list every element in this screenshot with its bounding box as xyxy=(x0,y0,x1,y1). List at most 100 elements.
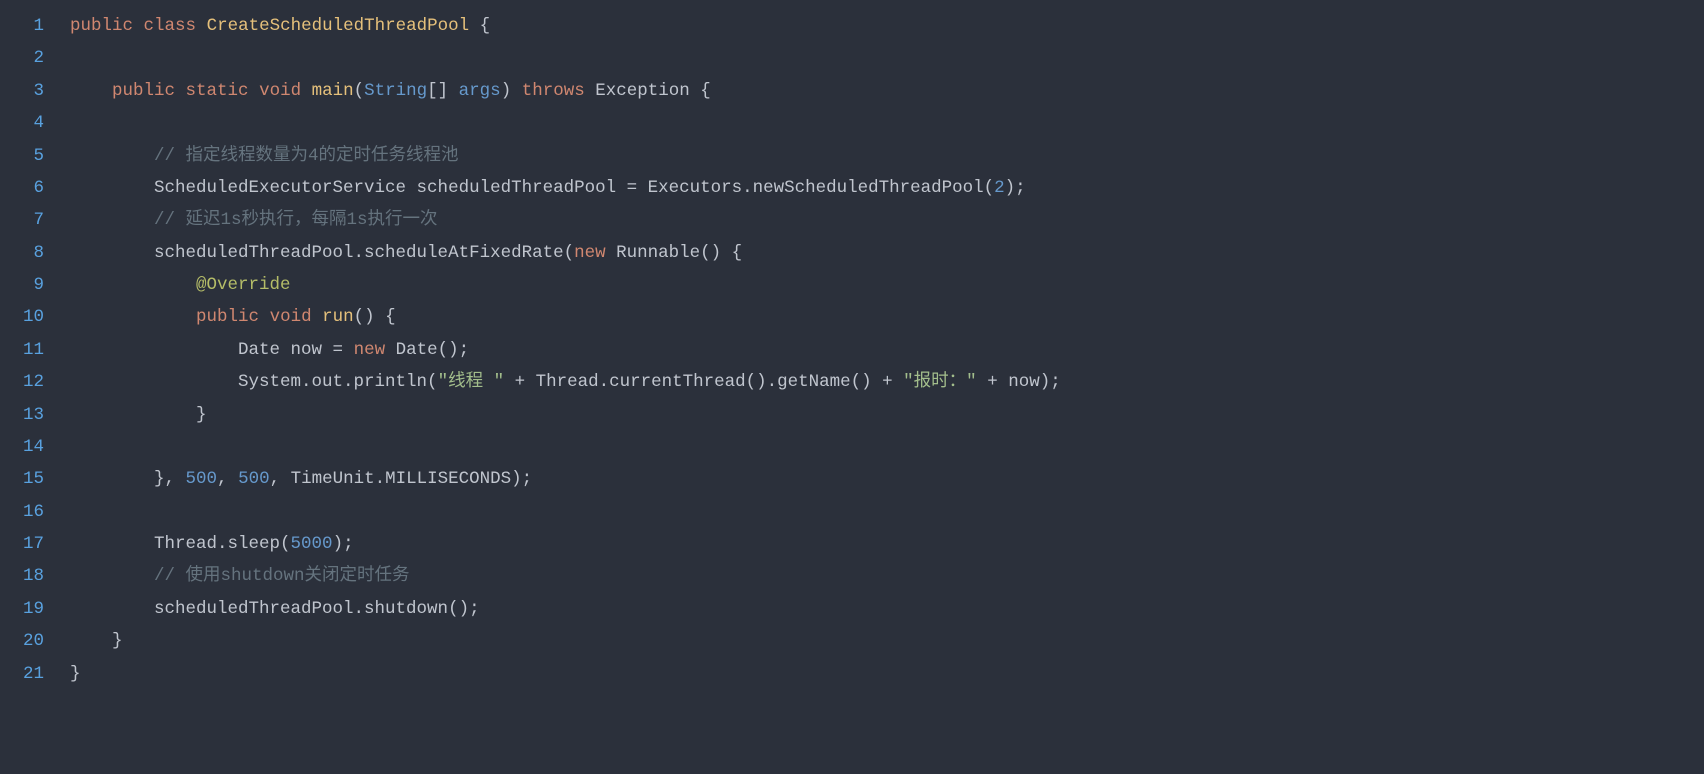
line-number: 16 xyxy=(0,496,48,528)
token-ident: ScheduledExecutorService scheduledThread… xyxy=(154,178,994,198)
token-punct xyxy=(385,340,396,360)
code-line xyxy=(70,107,1704,139)
token-method: main xyxy=(312,81,354,101)
code-editor: 123456789101112131415161718192021 public… xyxy=(0,0,1704,700)
token-punct xyxy=(606,243,617,263)
line-number: 2 xyxy=(0,42,48,74)
token-ident: , TimeUnit.MILLISECONDS); xyxy=(270,469,533,489)
token-kw: class xyxy=(144,16,197,36)
token-punct xyxy=(259,307,270,327)
line-number: 5 xyxy=(0,140,48,172)
line-number: 10 xyxy=(0,301,48,333)
token-kw: public xyxy=(196,307,259,327)
code-line: // 延迟1s秒执行，每隔1s执行一次 xyxy=(70,204,1704,236)
line-number: 15 xyxy=(0,463,48,495)
token-method: CreateScheduledThreadPool xyxy=(207,16,470,36)
token-punct xyxy=(70,599,154,619)
code-line: public class CreateScheduledThreadPool { xyxy=(70,10,1704,42)
token-kw: throws xyxy=(522,81,585,101)
token-comment: // 使用shutdown关闭定时任务 xyxy=(154,566,410,586)
token-punct xyxy=(312,307,323,327)
token-param: args xyxy=(459,81,501,101)
token-punct xyxy=(70,372,238,392)
token-punct: }, xyxy=(70,469,186,489)
token-ident: Exception xyxy=(595,81,690,101)
line-number: 19 xyxy=(0,593,48,625)
code-line: Date now = new Date(); xyxy=(70,334,1704,366)
token-punct xyxy=(133,16,144,36)
token-punct xyxy=(511,81,522,101)
token-punct xyxy=(70,340,238,360)
token-punct: , xyxy=(217,469,238,489)
token-num: 500 xyxy=(238,469,270,489)
code-area: public class CreateScheduledThreadPool {… xyxy=(64,10,1704,690)
line-number-gutter: 123456789101112131415161718192021 xyxy=(0,10,64,690)
line-number: 6 xyxy=(0,172,48,204)
token-punct: { xyxy=(690,81,711,101)
line-number: 13 xyxy=(0,399,48,431)
code-line xyxy=(70,496,1704,528)
line-number: 18 xyxy=(0,560,48,592)
token-str: "线程 " xyxy=(438,372,505,392)
code-line: @Override xyxy=(70,269,1704,301)
code-line: // 使用shutdown关闭定时任务 xyxy=(70,560,1704,592)
token-num: 500 xyxy=(186,469,218,489)
line-number: 3 xyxy=(0,75,48,107)
line-number: 11 xyxy=(0,334,48,366)
token-ident: + now); xyxy=(977,372,1061,392)
line-number: 17 xyxy=(0,528,48,560)
token-punct xyxy=(70,534,154,554)
token-punct xyxy=(249,81,260,101)
code-line: } xyxy=(70,399,1704,431)
token-kw: void xyxy=(259,81,301,101)
code-line: public static void main(String[] args) t… xyxy=(70,75,1704,107)
token-punct xyxy=(301,81,312,101)
token-str: "报时：" xyxy=(903,372,977,392)
token-ident: scheduledThreadPool.shutdown(); xyxy=(154,599,480,619)
token-ident: Thread.sleep( xyxy=(154,534,291,554)
line-number: 8 xyxy=(0,237,48,269)
line-number: 7 xyxy=(0,204,48,236)
line-number: 9 xyxy=(0,269,48,301)
code-line: // 指定线程数量为4的定时任务线程池 xyxy=(70,140,1704,172)
code-line xyxy=(70,431,1704,463)
token-punct: [] xyxy=(427,81,459,101)
token-punct xyxy=(70,275,196,295)
token-num: 5000 xyxy=(291,534,333,554)
token-kw: new xyxy=(354,340,386,360)
line-number: 21 xyxy=(0,658,48,690)
code-line: Thread.sleep(5000); xyxy=(70,528,1704,560)
token-method: run xyxy=(322,307,354,327)
token-ident: scheduledThreadPool.scheduleAtFixedRate( xyxy=(154,243,574,263)
token-kw: void xyxy=(270,307,312,327)
token-num: 2 xyxy=(994,178,1005,198)
token-ident: Runnable xyxy=(616,243,700,263)
code-line: scheduledThreadPool.scheduleAtFixedRate(… xyxy=(70,237,1704,269)
token-comment: // 延迟1s秒执行，每隔1s执行一次 xyxy=(154,210,438,230)
token-punct: () { xyxy=(354,307,396,327)
code-line: System.out.println("线程 " + Thread.curren… xyxy=(70,366,1704,398)
token-punct: (); xyxy=(438,340,470,360)
token-punct xyxy=(70,243,154,263)
line-number: 1 xyxy=(0,10,48,42)
token-punct: } xyxy=(70,664,81,684)
token-punct xyxy=(196,16,207,36)
token-punct: ); xyxy=(1005,178,1026,198)
token-paren: ) xyxy=(501,81,512,101)
code-line: } xyxy=(70,658,1704,690)
line-number: 20 xyxy=(0,625,48,657)
line-number: 12 xyxy=(0,366,48,398)
token-punct xyxy=(70,210,154,230)
token-punct xyxy=(70,178,154,198)
token-param: String xyxy=(364,81,427,101)
token-kw: public xyxy=(70,16,133,36)
code-line: scheduledThreadPool.shutdown(); xyxy=(70,593,1704,625)
token-punct: } xyxy=(70,631,123,651)
code-line xyxy=(70,42,1704,74)
line-number: 4 xyxy=(0,107,48,139)
token-paren: ( xyxy=(354,81,365,101)
token-punct: () { xyxy=(700,243,742,263)
token-ident: Date xyxy=(396,340,438,360)
token-punct xyxy=(70,146,154,166)
token-punct: { xyxy=(469,16,490,36)
